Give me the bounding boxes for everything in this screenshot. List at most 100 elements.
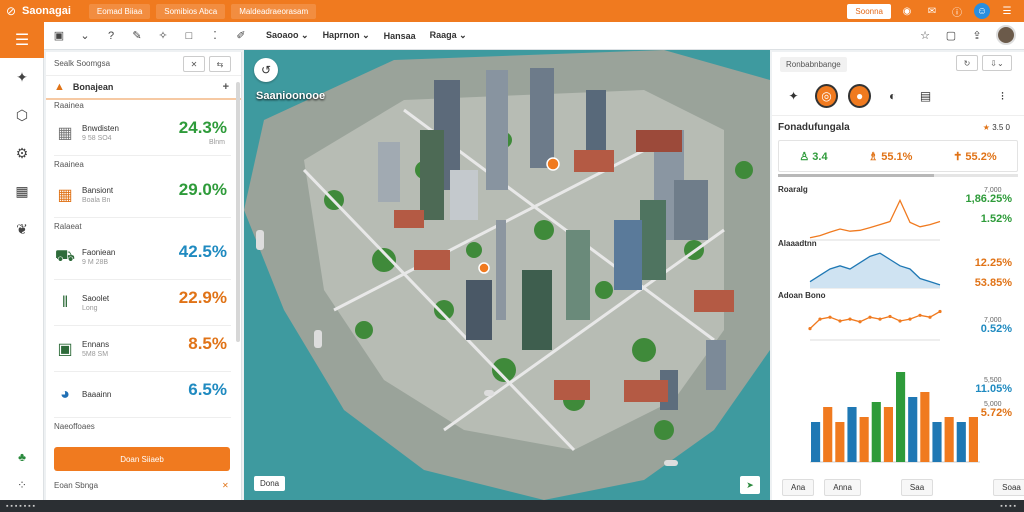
data-point bbox=[928, 315, 932, 319]
compass-icon[interactable]: ↺ bbox=[254, 58, 278, 82]
list-item-name: Ennans bbox=[82, 339, 110, 349]
image-icon: ▣ bbox=[57, 340, 73, 358]
right-panel-header: Ronbabnbange ↻ ⇩⌄ bbox=[772, 52, 1024, 76]
right-panel-tag: Ronbabnbange bbox=[780, 56, 847, 72]
data-point bbox=[848, 317, 852, 321]
table-icon[interactable]: ▦ bbox=[0, 172, 44, 210]
settings-icon[interactable]: ☰ bbox=[999, 3, 1015, 19]
map-bottom-button[interactable]: Dona bbox=[254, 476, 286, 491]
primary-action-button[interactable]: Doan Siiaeb bbox=[54, 447, 230, 471]
bar bbox=[859, 417, 869, 462]
list-item[interactable]: ◕ Baaainn 6.5% bbox=[54, 372, 231, 418]
left-panel-footer-label: Eoan Sbnga bbox=[54, 481, 99, 490]
left-panel-scrollbar[interactable] bbox=[236, 82, 240, 342]
pencil-icon[interactable]: ✎ bbox=[126, 26, 148, 46]
top-tab-2[interactable]: Somibios Abca bbox=[156, 3, 226, 19]
footer-button-4[interactable]: Soaa bbox=[993, 478, 1024, 496]
palette-icon[interactable]: ◐ bbox=[881, 84, 904, 108]
orange-tool-icon[interactable]: ◎ bbox=[814, 83, 839, 108]
add-icon[interactable]: + bbox=[223, 81, 229, 93]
menu-icon[interactable]: ☰ bbox=[0, 22, 44, 58]
draw-icon[interactable]: ✐ bbox=[230, 26, 252, 46]
dropdown-1-label: Saoaoo bbox=[266, 30, 299, 40]
bar bbox=[944, 417, 954, 462]
more-icon[interactable]: ⁝ bbox=[991, 84, 1014, 108]
list-item[interactable]: ‖ Saoolet Long 22.9% bbox=[54, 280, 231, 326]
building-icon: ▦ bbox=[57, 124, 73, 142]
dropdown-3[interactable]: Hansaa bbox=[384, 31, 416, 41]
layers-icon[interactable]: ✦ bbox=[0, 58, 44, 96]
warning-icon: ▲ bbox=[54, 81, 65, 93]
dropdown-3-label: Hansaa bbox=[383, 30, 416, 41]
export-dropdown-icon[interactable]: ⇩⌄ bbox=[982, 55, 1012, 71]
status-text: ▪ ▪ ▪ ▪ ▪ ▪ ▪ bbox=[6, 502, 36, 510]
gear-icon[interactable]: ⚙ bbox=[0, 134, 44, 172]
left-panel-footer: Eoan Sbnga ✕ bbox=[54, 481, 229, 490]
list-item-name: Bnwdisten bbox=[82, 123, 119, 133]
top-action-button[interactable]: Soonna bbox=[847, 3, 891, 19]
bar bbox=[847, 407, 857, 462]
user-icon[interactable]: ☺ bbox=[974, 3, 990, 19]
section-label-3: Ralaeat bbox=[54, 221, 82, 231]
metrics-chart: RoaralgAlaaadtnnAdoan Bono7,0001,86.25%1… bbox=[778, 185, 1012, 463]
alert-icon[interactable]: ◉ bbox=[899, 3, 915, 19]
top-tab-1[interactable]: Eomad Biiaa bbox=[88, 3, 151, 19]
kpi-1: ♙ 3.4 bbox=[799, 150, 828, 163]
link-icon[interactable]: ⇆ bbox=[209, 56, 231, 72]
dots-icon[interactable]: ⁚ bbox=[204, 26, 226, 46]
list-item[interactable]: ▦ Bansiont Boala Bn 29.0% bbox=[54, 172, 231, 218]
table-tool-icon[interactable]: ▣ bbox=[48, 26, 70, 46]
grid-orange-icon: ▦ bbox=[57, 186, 73, 204]
list-item[interactable]: ▦ Bnwdisten 9 58 SO4 24.3% Blnm bbox=[54, 110, 231, 156]
left-panel-title-label: Bonajean bbox=[72, 82, 114, 92]
kpi-progress-bar bbox=[778, 174, 1018, 177]
dropdown-2[interactable]: Haprnon ⌄ bbox=[323, 30, 370, 41]
refresh-icon[interactable]: ↻ bbox=[956, 55, 978, 71]
top-tab-3[interactable]: Maldeadraeorasam bbox=[231, 3, 317, 19]
bar bbox=[896, 372, 906, 462]
window-icon[interactable]: ▢ bbox=[940, 25, 962, 45]
shield-icon[interactable]: ⬡ bbox=[0, 96, 44, 134]
footer-button-2[interactable]: Anna bbox=[824, 478, 861, 496]
top-bar: ⊘ Saonagai Eomad Biiaa Somibios Abca Mal… bbox=[0, 0, 1024, 22]
layers-stack-icon[interactable]: ▤ bbox=[914, 84, 937, 108]
list-item[interactable]: ▣ Ennans 5M8 SM 8.5% bbox=[54, 326, 231, 372]
map-locate-icon[interactable]: ➤ bbox=[740, 476, 760, 494]
star-icon[interactable]: ☆ bbox=[914, 25, 936, 45]
bar bbox=[920, 392, 930, 462]
star-rating-icon: ★ bbox=[982, 122, 990, 132]
bar bbox=[932, 422, 942, 462]
close-footer-icon[interactable]: ✕ bbox=[222, 481, 229, 490]
leaf-icon[interactable]: ❦ bbox=[0, 210, 44, 248]
chevron-down-icon[interactable]: ⌄ bbox=[74, 26, 96, 46]
list-item-name: Bansiont bbox=[82, 185, 114, 195]
grid-icon[interactable]: ⁘ bbox=[0, 478, 44, 492]
chart-title: Roaralg bbox=[778, 185, 808, 194]
bar bbox=[835, 422, 845, 462]
map-pin-icon[interactable]: ✦ bbox=[782, 84, 805, 108]
info-icon[interactable]: ⓘ bbox=[949, 3, 965, 19]
stat-value: 1.52% bbox=[981, 213, 1012, 225]
list-item[interactable]: ⛟ Faoniean 9 M 28B 42.5% bbox=[54, 234, 231, 280]
bell-icon[interactable]: ✉ bbox=[924, 3, 940, 19]
orange-target-icon[interactable]: ● bbox=[848, 83, 872, 108]
dropdown-4[interactable]: Raaga ⌄ bbox=[430, 30, 467, 41]
help-icon[interactable]: ? bbox=[100, 26, 122, 46]
avatar[interactable] bbox=[996, 25, 1016, 45]
list-item-sub: Long bbox=[82, 304, 98, 312]
dropdown-1[interactable]: Saoaoo ⌄ bbox=[266, 30, 309, 41]
list-item-percent: 8.5% bbox=[188, 334, 227, 353]
data-point bbox=[818, 317, 822, 321]
data-point bbox=[868, 315, 872, 319]
list-item-percent: 29.0% bbox=[178, 180, 227, 199]
footer-button-1[interactable]: Ana bbox=[782, 478, 815, 496]
export-icon[interactable]: ⇪ bbox=[966, 25, 988, 45]
close-icon[interactable]: ✕ bbox=[183, 56, 205, 72]
right-panel: Ronbabnbange ↻ ⇩⌄ ✦ ◎ ● ◐ ▤ ⁝ Fonadufung… bbox=[772, 52, 1024, 500]
city-map[interactable]: ↺ Saanioonooe Dona ➤ bbox=[244, 50, 770, 500]
list-item-percent: 24.3% bbox=[178, 118, 227, 137]
footer-button-3[interactable]: Saa bbox=[900, 478, 934, 496]
tree-icon[interactable]: ♣ bbox=[0, 450, 44, 464]
magic-icon[interactable]: ✧ bbox=[152, 26, 174, 46]
square-icon[interactable]: □ bbox=[178, 26, 200, 46]
